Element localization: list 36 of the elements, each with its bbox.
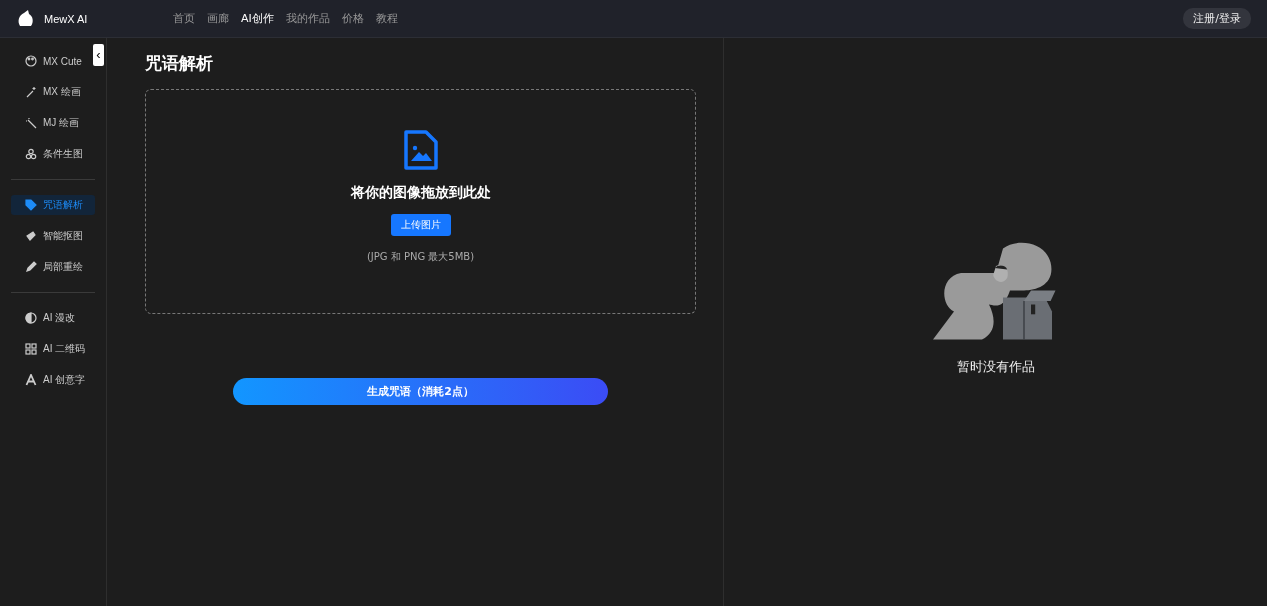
upload-button[interactable]: 上传图片 xyxy=(390,214,451,236)
image-file-icon xyxy=(403,130,438,170)
empty-message: 暂时没有作品 xyxy=(956,358,1035,376)
nav-link[interactable]: 价格 xyxy=(341,11,364,26)
generate-button[interactable]: 生成咒语（消耗2点） xyxy=(233,378,608,405)
qr-icon xyxy=(25,343,37,355)
drop-heading: 将你的图像拖放到此处 xyxy=(350,184,491,202)
file-hint: (JPG 和 PNG 最大5MB) xyxy=(366,250,475,264)
sidebar-item[interactable]: AI 二维码 xyxy=(11,339,95,359)
brand-name: MewX AI xyxy=(44,12,88,25)
collapse-button[interactable]: ‹ xyxy=(93,44,104,66)
contrast-icon xyxy=(25,312,37,324)
nav-link[interactable]: 我的作品 xyxy=(285,11,330,26)
sidebar-item[interactable]: MX 绘画 xyxy=(11,82,95,102)
nav-link[interactable]: 画廊 xyxy=(207,11,229,26)
wand2-icon xyxy=(25,117,37,129)
sidebar-item[interactable]: 条件生图 xyxy=(11,144,95,164)
sidebar-item[interactable]: MX Cute xyxy=(11,51,95,71)
pencil-icon xyxy=(25,261,37,273)
sidebar-item[interactable]: 咒语解析 xyxy=(11,195,95,215)
tag-icon xyxy=(25,199,37,211)
logo-icon xyxy=(16,8,36,29)
login-button[interactable]: 注册/登录 xyxy=(1183,8,1251,29)
nav-link[interactable]: 教程 xyxy=(375,11,398,26)
circles-icon xyxy=(25,148,37,160)
letter-icon xyxy=(25,374,37,386)
drop-zone[interactable]: 将你的图像拖放到此处 上传图片 (JPG 和 PNG 最大5MB) xyxy=(145,89,696,314)
sidebar-item[interactable]: MJ 绘画 xyxy=(11,113,95,133)
sidebar-item[interactable]: AI 漫改 xyxy=(11,308,95,328)
nav-link[interactable]: AI创作 xyxy=(241,11,274,26)
nav-link[interactable]: 首页 xyxy=(173,11,195,26)
wand-icon xyxy=(25,86,37,98)
sidebar-item[interactable]: 局部重绘 xyxy=(11,257,95,277)
page-title: 咒语解析 xyxy=(145,52,214,75)
sidebar-item[interactable]: 智能抠图 xyxy=(11,226,95,246)
sidebar-item[interactable]: AI 创意字 xyxy=(11,370,95,390)
